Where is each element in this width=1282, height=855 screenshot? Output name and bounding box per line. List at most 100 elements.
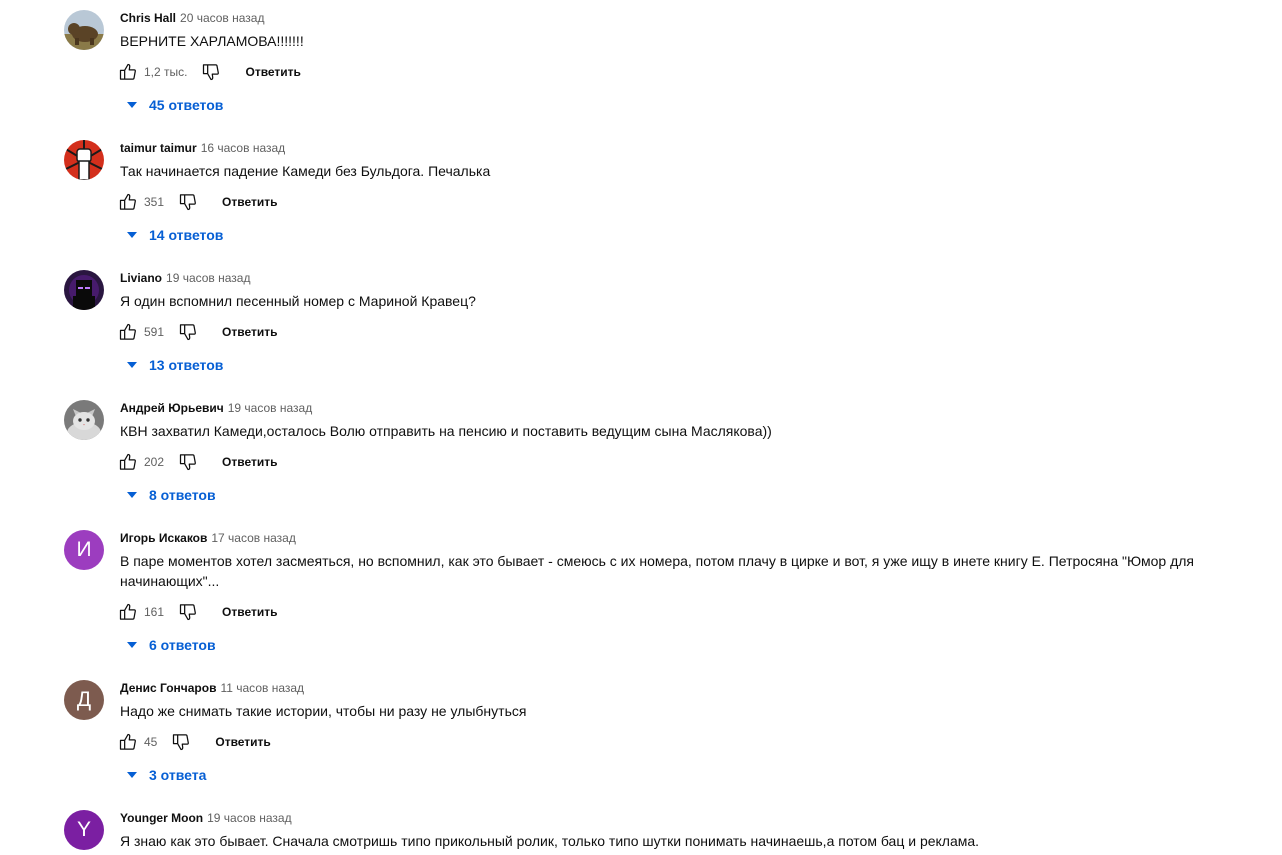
like-button[interactable] <box>116 450 140 474</box>
replies-toggle[interactable]: 13 ответов <box>122 353 223 377</box>
author-name[interactable]: Игорь Искаков <box>120 531 207 545</box>
like-count: 161 <box>144 605 165 619</box>
chevron-down-icon <box>127 102 137 108</box>
replies-toggle[interactable]: 3 ответа <box>122 763 206 787</box>
reply-button[interactable]: Ответить <box>222 325 277 339</box>
like-count: 351 <box>144 195 165 209</box>
thumb-down-icon <box>173 734 190 751</box>
author-name[interactable]: Liviano <box>120 271 162 285</box>
comment-header: Liviano 19 часов назад <box>120 270 250 286</box>
thumb-down-icon <box>203 64 220 81</box>
dislike-button[interactable] <box>176 450 200 474</box>
thumb-up-icon <box>119 323 136 340</box>
comment-actions: 161 Ответить <box>116 600 277 624</box>
like-button[interactable] <box>116 190 140 214</box>
author-name[interactable]: Chris Hall <box>120 11 176 25</box>
comment-text: В паре моментов хотел засмеяться, но всп… <box>120 553 1195 589</box>
comment-header: Younger Moon 19 часов назад <box>120 810 292 826</box>
dislike-button[interactable] <box>199 60 223 84</box>
avatar[interactable] <box>64 270 104 310</box>
avatar[interactable] <box>64 140 104 180</box>
reply-button[interactable]: Ответить <box>245 65 300 79</box>
thumb-up-icon <box>119 453 136 470</box>
cat-photo-icon <box>64 400 104 440</box>
dark-character-icon <box>64 270 104 310</box>
replies-toggle[interactable]: 45 ответов <box>122 93 223 117</box>
comment-time[interactable]: 16 часов назад <box>201 141 285 155</box>
comment-actions: 45 Ответить <box>116 730 271 754</box>
thumb-down-icon <box>179 194 196 211</box>
comment-text: Так начинается падение Камеди без Бульдо… <box>120 163 491 179</box>
comment-text: ВЕРНИТЕ ХАРЛАМОВА!!!!!!! <box>120 33 304 49</box>
like-count: 202 <box>144 455 165 469</box>
avatar-letter: И <box>76 538 92 561</box>
comment-actions: 591 Ответить <box>116 320 277 344</box>
replies-count: 3 ответа <box>149 767 207 783</box>
replies-toggle[interactable]: 6 ответов <box>122 633 216 657</box>
chevron-down-icon <box>127 492 137 498</box>
avatar-letter: Y <box>76 818 91 841</box>
avatar[interactable]: Д <box>64 680 104 720</box>
comment-header: Денис Гончаров 11 часов назад <box>120 680 304 696</box>
replies-count: 45 ответов <box>149 97 224 113</box>
comment-header: Chris Hall 20 часов назад <box>120 10 264 26</box>
comment-time[interactable]: 19 часов назад <box>207 811 291 825</box>
dislike-button[interactable] <box>169 730 193 754</box>
replies-count: 14 ответов <box>149 227 224 243</box>
replies-toggle[interactable]: 14 ответов <box>122 223 223 247</box>
chevron-down-icon <box>127 362 137 368</box>
author-name[interactable]: taimur taimur <box>120 141 197 155</box>
comment-text: КВН захватил Камеди,осталось Волю отправ… <box>120 423 772 439</box>
chevron-down-icon <box>127 772 137 778</box>
comment-header: taimur taimur 16 часов назад <box>120 140 285 156</box>
like-count: 591 <box>144 325 165 339</box>
author-name[interactable]: Денис Гончаров <box>120 681 216 695</box>
author-name[interactable]: Younger Moon <box>120 811 203 825</box>
dislike-button[interactable] <box>176 320 200 344</box>
raised-fist-icon <box>64 140 104 180</box>
reply-button[interactable]: Ответить <box>222 605 277 619</box>
author-name[interactable]: Андрей Юрьевич <box>120 401 224 415</box>
replies-count: 13 ответов <box>149 357 224 373</box>
comment-time[interactable]: 11 часов назад <box>220 681 304 695</box>
comment-actions: 202 Ответить <box>116 450 277 474</box>
like-button[interactable] <box>116 730 140 754</box>
thumb-down-icon <box>179 454 196 471</box>
comment-actions: 1,2 тыс. Ответить <box>116 60 301 84</box>
reply-button[interactable]: Ответить <box>222 455 277 469</box>
avatar[interactable] <box>64 400 104 440</box>
thumb-up-icon <box>119 193 136 210</box>
avatar[interactable] <box>64 10 104 50</box>
thumb-down-icon <box>179 324 196 341</box>
chevron-down-icon <box>127 642 137 648</box>
bear-photo-icon <box>64 10 104 50</box>
replies-toggle[interactable]: 8 ответов <box>122 483 216 507</box>
comment-text: Надо же снимать такие истории, чтобы ни … <box>120 703 527 719</box>
comment-time[interactable]: 17 часов назад <box>211 531 295 545</box>
thumb-up-icon <box>119 733 136 750</box>
like-count: 1,2 тыс. <box>144 65 188 79</box>
reply-button[interactable]: Ответить <box>215 735 270 749</box>
replies-count: 6 ответов <box>149 637 216 653</box>
comment-time[interactable]: 19 часов назад <box>228 401 312 415</box>
comment-text: Я знаю как это бывает. Сначала смотришь … <box>120 833 980 849</box>
comment-time[interactable]: 19 часов назад <box>166 271 250 285</box>
thumb-down-icon <box>179 604 196 621</box>
comment-text: Я один вспомнил песенный номер с Мариной… <box>120 293 476 309</box>
comments-section: Chris Hall 20 часов назад ВЕРНИТЕ ХАРЛАМО… <box>0 0 1282 855</box>
reply-button[interactable]: Ответить <box>222 195 277 209</box>
dislike-button[interactable] <box>176 190 200 214</box>
avatar-letter: Д <box>76 688 92 711</box>
comment-time[interactable]: 20 часов назад <box>180 11 264 25</box>
avatar[interactable]: Y <box>64 810 104 850</box>
like-button[interactable] <box>116 320 140 344</box>
comment-header: Андрей Юрьевич 19 часов назад <box>120 400 312 416</box>
thumb-up-icon <box>119 63 136 80</box>
avatar[interactable]: И <box>64 530 104 570</box>
comment-header: Игорь Искаков 17 часов назад <box>120 530 296 546</box>
comment-actions: 351 Ответить <box>116 190 277 214</box>
like-button[interactable] <box>116 600 140 624</box>
chevron-down-icon <box>127 232 137 238</box>
dislike-button[interactable] <box>176 600 200 624</box>
like-button[interactable] <box>116 60 140 84</box>
